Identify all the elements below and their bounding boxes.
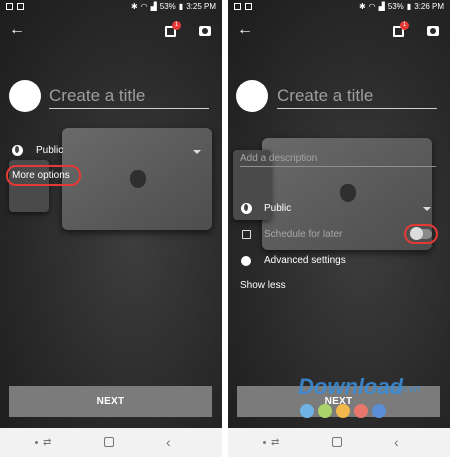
watermark-dot — [372, 404, 386, 418]
battery-percent: 53% — [159, 2, 176, 11]
top-app-bar: ← 1 — [228, 20, 450, 44]
recents-icon[interactable]: ⇄ — [271, 437, 279, 448]
back-arrow-icon[interactable]: ← — [9, 22, 25, 38]
status-time: 3:26 PM — [414, 2, 444, 11]
advanced-settings-row[interactable]: Advanced settings — [241, 255, 346, 266]
status-bar: ✱ ◠ ▟ 53% ▮ 3:26 PM — [228, 0, 450, 14]
notification-icon — [17, 3, 24, 10]
gear-icon — [241, 255, 251, 266]
chevron-down-icon[interactable] — [423, 207, 431, 211]
status-time: 3:25 PM — [186, 2, 216, 11]
schedule-toggle[interactable] — [410, 227, 432, 240]
dot-icon — [35, 441, 38, 444]
notification-icon — [245, 3, 252, 10]
battery-icon: ▮ — [406, 2, 412, 11]
status-bar: ✱ ◠ ▟ 53% ▮ 3:25 PM — [0, 0, 222, 14]
chevron-down-icon[interactable] — [193, 150, 201, 154]
notification-badge: 1 — [172, 21, 181, 30]
camera-preview-background — [228, 0, 450, 428]
calendar-icon — [242, 230, 251, 239]
left-phone-screen: ✱ ◠ ▟ 53% ▮ 3:25 PM ← 1 Public More opti… — [0, 0, 222, 457]
gallery-icon — [234, 3, 241, 10]
apple-logo — [130, 170, 146, 188]
advanced-settings-label: Advanced settings — [264, 255, 346, 266]
home-icon[interactable] — [104, 437, 114, 447]
watermark-dot — [300, 404, 314, 418]
camera-preview-background — [0, 0, 222, 428]
privacy-row[interactable]: Public — [241, 203, 291, 214]
title-input[interactable] — [49, 84, 209, 109]
privacy-label: Public — [264, 203, 292, 214]
gallery-icon — [6, 3, 13, 10]
switch-camera-icon[interactable] — [427, 26, 439, 36]
wifi-icon: ◠ — [140, 2, 148, 11]
notification-badge: 1 — [400, 21, 409, 30]
signal-icon: ▟ — [378, 2, 385, 11]
globe-icon — [241, 203, 252, 214]
dot-icon — [263, 441, 266, 444]
back-icon[interactable]: ‹ — [394, 434, 399, 450]
next-button[interactable]: NEXT — [9, 386, 212, 417]
signal-icon: ▟ — [150, 2, 157, 11]
avatar[interactable] — [236, 80, 268, 112]
more-options-link[interactable]: More options — [12, 170, 70, 181]
top-app-bar: ← 1 — [0, 20, 222, 44]
schedule-label: Schedule for later — [264, 229, 343, 240]
bluetooth-icon: ✱ — [358, 2, 366, 11]
watermark-suffix: .com.vn — [382, 383, 421, 395]
show-less-link[interactable]: Show less — [240, 280, 286, 291]
apple-logo — [340, 184, 356, 202]
android-nav-bar: ⇄ ‹ — [228, 428, 450, 457]
privacy-label: Public — [36, 145, 64, 156]
schedule-row: Schedule for later — [242, 229, 342, 240]
watermark-dot — [354, 404, 368, 418]
android-nav-bar: ⇄ ‹ — [0, 428, 222, 457]
description-input[interactable] — [240, 150, 436, 167]
watermark-dot — [336, 404, 350, 418]
recents-icon[interactable]: ⇄ — [43, 437, 51, 448]
battery-percent: 53% — [387, 2, 404, 11]
watermark-dot — [318, 404, 332, 418]
laptop-image — [62, 128, 212, 230]
back-arrow-icon[interactable]: ← — [237, 22, 253, 38]
avatar[interactable] — [9, 80, 41, 112]
globe-icon — [12, 145, 23, 156]
back-icon[interactable]: ‹ — [166, 434, 171, 450]
wifi-icon: ◠ — [368, 2, 376, 11]
bluetooth-icon: ✱ — [130, 2, 138, 11]
title-input[interactable] — [277, 84, 437, 109]
switch-camera-icon[interactable] — [199, 26, 211, 36]
toggle-knob — [410, 227, 423, 240]
home-icon[interactable] — [332, 437, 342, 447]
watermark-dots — [300, 404, 386, 418]
battery-icon: ▮ — [178, 2, 184, 11]
privacy-row[interactable]: Public — [12, 145, 63, 156]
more-options-label: More options — [12, 170, 70, 181]
show-less-label: Show less — [240, 280, 286, 291]
